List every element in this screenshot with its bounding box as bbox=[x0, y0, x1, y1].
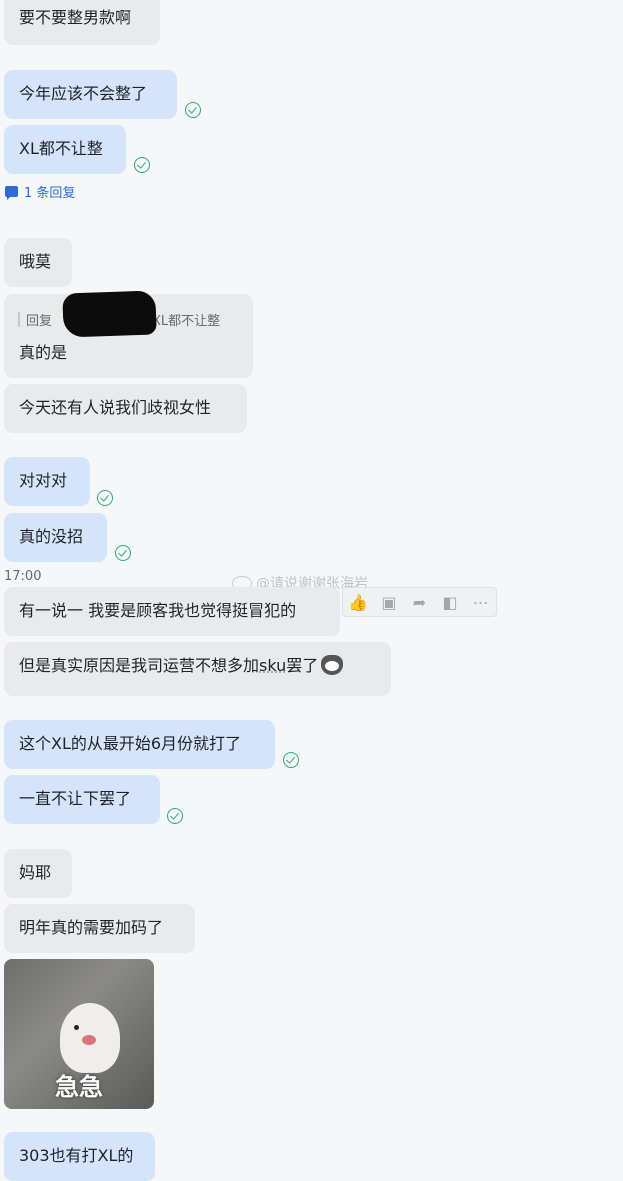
message-bubble[interactable]: 对对对 bbox=[4, 457, 90, 506]
message-text: XL都不让整 bbox=[19, 139, 103, 158]
like-icon[interactable]: 👍 bbox=[348, 593, 368, 612]
message-action-toolbar: 👍 ▣ ➦ ◧ ⋯ bbox=[342, 587, 497, 617]
reply-count: 1 条回复 bbox=[24, 186, 76, 201]
message-text: 这个XL的从最开始6月份就打了 bbox=[19, 734, 242, 753]
message-text: 罢了 bbox=[286, 656, 319, 675]
message-bubble[interactable]: 要不要整男款啊 bbox=[4, 0, 160, 45]
comment-icon bbox=[5, 186, 18, 200]
bird-eye bbox=[74, 1025, 79, 1030]
message-text-sku: sku bbox=[259, 656, 287, 675]
message-bubble[interactable]: 真的没招 bbox=[4, 513, 107, 562]
read-check-icon bbox=[167, 808, 183, 824]
message-bubble[interactable]: 但是真实原因是我司运营不想多加sku罢了 bbox=[4, 642, 391, 696]
thread-reply-link[interactable]: 1 条回复 bbox=[5, 182, 75, 201]
more-icon[interactable]: ⋯ bbox=[473, 593, 489, 612]
redaction-mark bbox=[62, 290, 157, 338]
message-bubble[interactable]: 这个XL的从最开始6月份就打了 bbox=[4, 720, 275, 769]
message-bubble[interactable]: 今年应该不会整了 bbox=[4, 70, 177, 119]
timestamp: 17:00 bbox=[4, 569, 42, 584]
message-bubble[interactable]: 哦莫 bbox=[4, 238, 72, 287]
cat-emoji-icon bbox=[321, 655, 344, 675]
read-check-icon bbox=[185, 102, 201, 118]
message-text: 有一说一 我要是顾客我也觉得挺冒犯的 bbox=[19, 601, 297, 620]
message-bubble[interactable]: 一直不让下罢了 bbox=[4, 775, 160, 824]
message-text: 一直不让下罢了 bbox=[19, 789, 132, 808]
quote-prefix: 回复 bbox=[26, 313, 53, 329]
message-bubble[interactable]: 303也有打XL的 bbox=[4, 1132, 155, 1181]
sticker-caption: 急急 bbox=[55, 1073, 103, 1101]
message-text: 真的是 bbox=[19, 343, 68, 362]
read-check-icon bbox=[97, 490, 113, 506]
message-text: 要不要整男款啊 bbox=[19, 8, 132, 27]
pin-icon[interactable]: ◧ bbox=[442, 593, 458, 612]
message-text: 今年应该不会整了 bbox=[19, 84, 148, 103]
message-text: 真的没招 bbox=[19, 527, 84, 546]
message-text: 303也有打XL的 bbox=[19, 1146, 134, 1165]
read-check-icon bbox=[115, 545, 131, 561]
message-bubble[interactable]: 有一说一 我要是顾客我也觉得挺冒犯的 bbox=[4, 587, 340, 636]
sticker-image[interactable]: 急急 bbox=[4, 959, 154, 1109]
bird-beak bbox=[82, 1035, 96, 1045]
message-text: 对对对 bbox=[19, 471, 68, 490]
read-check-icon bbox=[134, 157, 150, 173]
message-bubble[interactable]: 明年真的需要加码了 bbox=[4, 904, 195, 953]
message-bubble[interactable]: 今天还有人说我们歧视女性 bbox=[4, 384, 247, 433]
message-text: 明年真的需要加码了 bbox=[19, 918, 164, 937]
message-bubble[interactable]: 妈耶 bbox=[4, 849, 72, 898]
comment-icon[interactable]: ▣ bbox=[381, 593, 397, 612]
message-text: 但是真实原因是我司运营不想多加 bbox=[19, 656, 260, 675]
forward-icon[interactable]: ➦ bbox=[411, 593, 427, 612]
message-bubble[interactable]: XL都不让整 bbox=[4, 125, 126, 174]
message-text: 哦莫 bbox=[19, 252, 52, 271]
read-check-icon bbox=[283, 752, 299, 768]
quote-bar bbox=[18, 311, 20, 327]
message-text: 妈耶 bbox=[19, 863, 52, 882]
message-text: 今天还有人说我们歧视女性 bbox=[19, 398, 212, 417]
quote-text: XL都不让整 bbox=[152, 313, 221, 329]
